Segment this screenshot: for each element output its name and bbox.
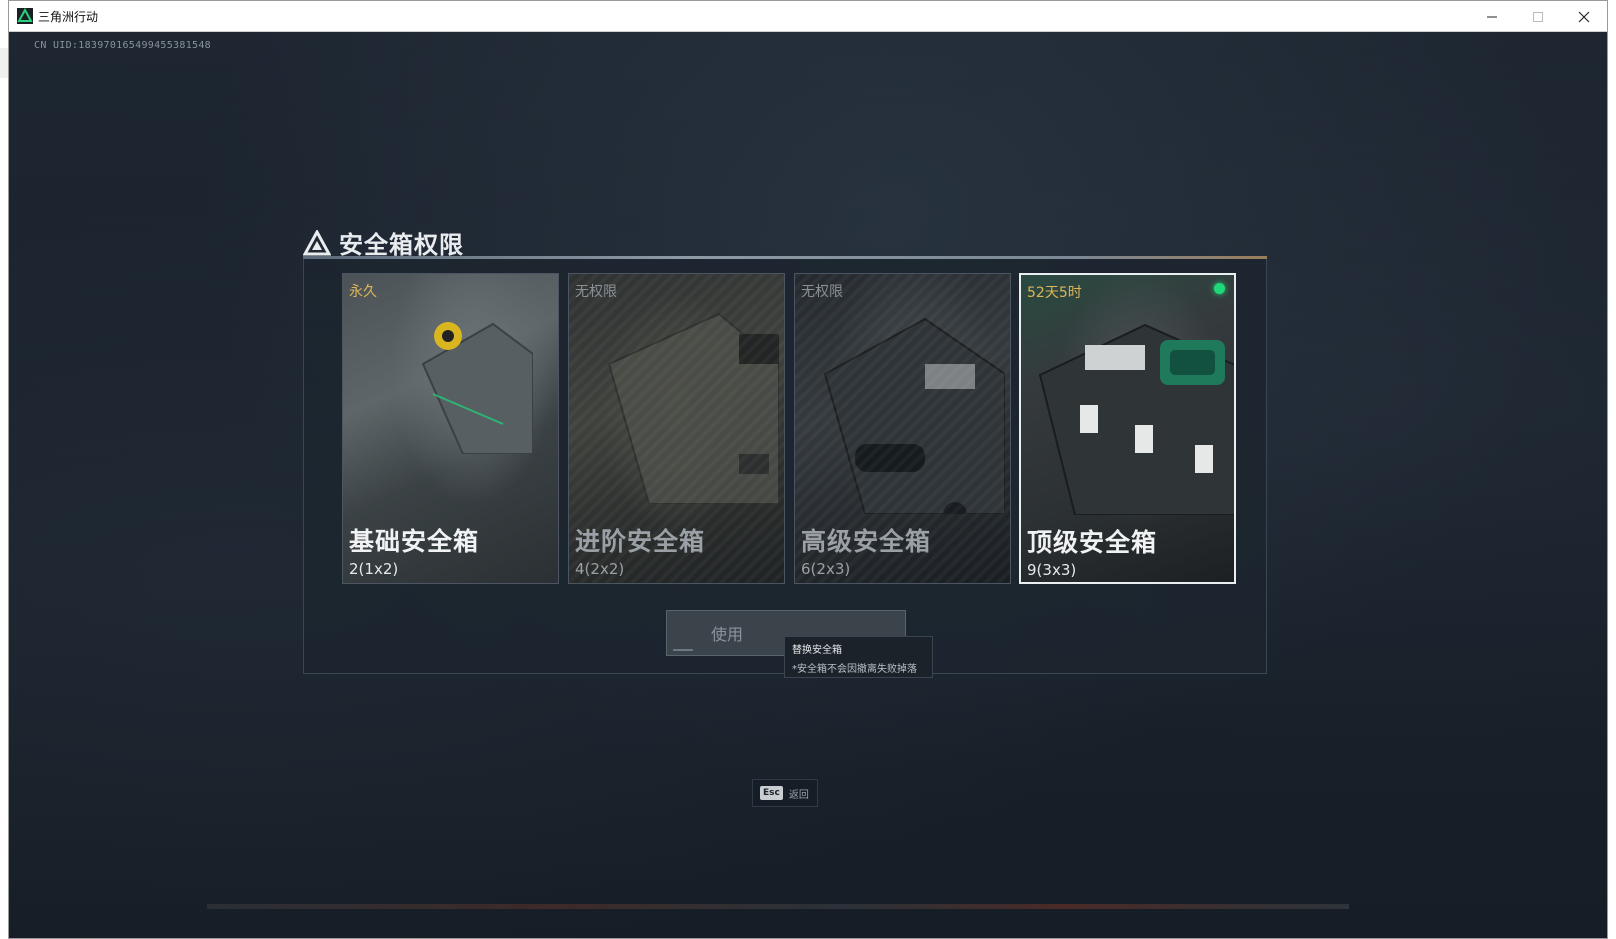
delta-logo-icon — [303, 229, 331, 255]
safebox-top-illustration — [1038, 323, 1234, 515]
card-status: 无权限 — [801, 284, 843, 300]
player-uid: CN UID:1839701654994553815​48 — [34, 40, 211, 51]
close-button[interactable] — [1561, 1, 1607, 32]
card-size: 9(3x3) — [1027, 561, 1077, 579]
panel-title: 安全箱权限 — [339, 231, 464, 259]
window-title: 三角洲行动 — [38, 10, 99, 24]
tooltip-title: 替换安全箱 — [792, 645, 842, 656]
hud-bottom-strip — [207, 904, 1349, 909]
safebox-card-top[interactable]: 52天5时 顶级安全箱 9(3x3) — [1019, 273, 1236, 584]
card-name: 顶级安全箱 — [1027, 528, 1158, 557]
safebox-panel: 永久 基础安全箱 2(1x2) 无权限 进阶安全箱 4(2x2) 无权限 高级安… — [303, 259, 1267, 674]
maximize-button[interactable] — [1515, 1, 1561, 32]
game-window: 三角洲行动 CN UID:1839701654994553815​48 安全箱权… — [8, 0, 1608, 939]
button-accent — [673, 649, 693, 651]
card-name: 高级安全箱 — [801, 527, 932, 556]
card-size: 4(2x2) — [575, 560, 625, 578]
card-status: 无权限 — [575, 284, 617, 300]
close-icon — [1578, 11, 1590, 22]
tooltip: 替换安全箱 *安全箱不会因撤离失败掉落 — [784, 636, 933, 678]
active-indicator-icon — [1214, 283, 1225, 294]
safebox-card-premium[interactable]: 无权限 高级安全箱 6(2x3) — [794, 273, 1011, 584]
panel-header: 安全箱权限 — [303, 225, 464, 260]
background-app-sliver — [0, 48, 8, 78]
back-button[interactable]: Esc 返回 — [752, 779, 818, 807]
card-status: 52天5时 — [1027, 285, 1082, 301]
app-logo-icon — [17, 8, 33, 24]
minimize-icon — [1487, 16, 1497, 17]
minimize-button[interactable] — [1469, 1, 1515, 32]
safebox-card-advanced[interactable]: 无权限 进阶安全箱 4(2x2) — [568, 273, 785, 584]
back-label: 返回 — [788, 789, 809, 801]
tooltip-description: *安全箱不会因撤离失败掉落 — [792, 664, 917, 675]
maximize-icon — [1533, 11, 1543, 22]
safebox-card-basic[interactable]: 永久 基础安全箱 2(1x2) — [342, 273, 559, 584]
card-size: 6(2x3) — [801, 560, 851, 578]
use-button-label: 使用 — [710, 625, 743, 644]
esc-key-icon: Esc — [760, 786, 783, 800]
title-bar[interactable]: 三角洲行动 — [9, 1, 1607, 32]
card-status: 永久 — [349, 284, 377, 300]
card-size: 2(1x2) — [349, 560, 399, 578]
game-viewport: CN UID:1839701654994553815​48 安全箱权限 永久 — [9, 32, 1607, 938]
card-name: 基础安全箱 — [349, 527, 480, 556]
card-name: 进阶安全箱 — [575, 527, 706, 556]
safebox-basic-illustration — [421, 322, 533, 454]
